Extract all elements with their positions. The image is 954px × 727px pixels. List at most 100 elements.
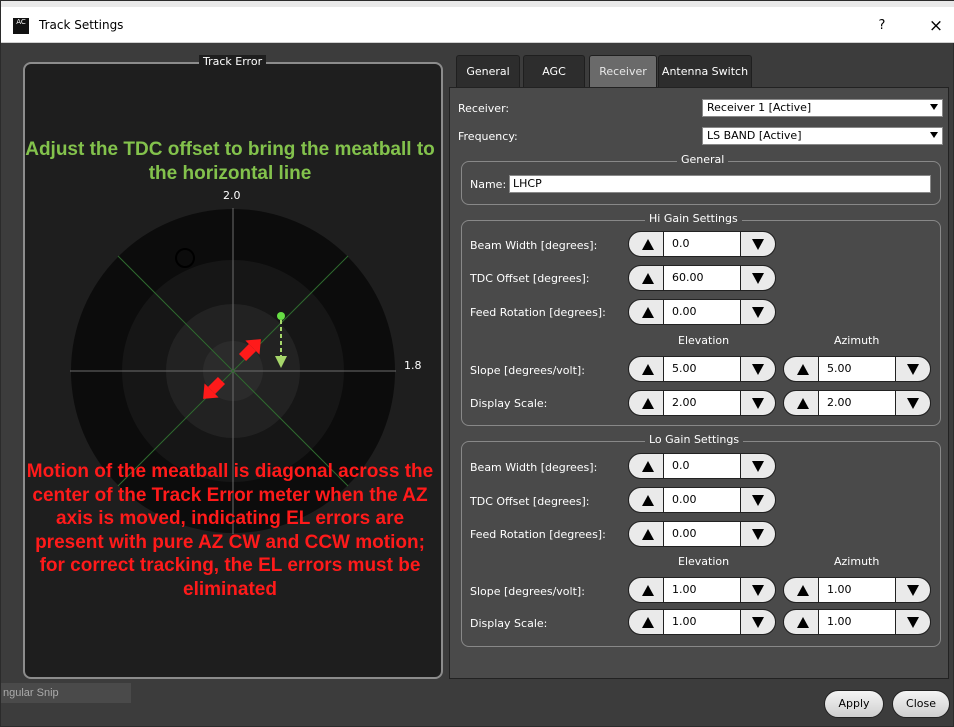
stepper-value[interactable]: 0.00 (672, 493, 697, 506)
tab-general[interactable]: General (456, 55, 520, 87)
decrement-arrow-icon[interactable] (740, 609, 776, 635)
decrement-arrow-icon[interactable] (895, 390, 931, 416)
apply-button[interactable]: Apply (824, 690, 884, 718)
lo-feed-rotation-label: Feed Rotation [degrees]: (470, 528, 606, 541)
increment-arrow-icon[interactable] (783, 577, 819, 603)
lo-slope-label: Slope [degrees/volt]: (470, 585, 585, 598)
decrement-arrow-icon[interactable] (740, 487, 776, 513)
increment-arrow-icon[interactable] (628, 609, 664, 635)
hi-slope-azimuth-stepper[interactable]: 5.00 (783, 356, 931, 382)
decrement-arrow-icon[interactable] (895, 609, 931, 635)
stepper-value[interactable]: 0.00 (672, 305, 697, 318)
name-input[interactable]: LHCP (509, 175, 931, 193)
stepper-value[interactable]: 5.00 (827, 362, 852, 375)
name-label: Name: (470, 178, 507, 191)
decrement-arrow-icon[interactable] (895, 356, 931, 382)
window-title: Track Settings (39, 18, 124, 32)
lo-slope-azimuth-stepper[interactable]: 1.00 (783, 577, 931, 603)
increment-arrow-icon[interactable] (628, 487, 664, 513)
gauge-label-top: 2.0 (223, 189, 241, 202)
lo-tdc-offset-stepper[interactable]: 0.00 (628, 487, 776, 513)
stepper-value[interactable]: 1.00 (827, 615, 852, 628)
lo-gain-title: Lo Gain Settings (645, 433, 744, 446)
hi-scale-azimuth-stepper[interactable]: 2.00 (783, 390, 931, 416)
increment-arrow-icon[interactable] (783, 356, 819, 382)
increment-arrow-icon[interactable] (628, 453, 664, 479)
app-icon: AC (13, 18, 29, 34)
hi-elevation-header: Elevation (678, 334, 730, 347)
decrement-arrow-icon[interactable] (740, 299, 776, 325)
green-annotation: Adjust the TDC offset to bring the meatb… (25, 139, 435, 184)
decrement-arrow-icon[interactable] (740, 265, 776, 291)
snip-label: ngular Snip (1, 683, 131, 703)
decrement-arrow-icon[interactable] (740, 577, 776, 603)
decrement-arrow-icon[interactable] (740, 231, 776, 257)
receiver-select-value: Receiver 1 [Active] (707, 101, 812, 114)
hi-scale-elevation-stepper[interactable]: 2.00 (628, 390, 776, 416)
hi-feed-rotation-stepper[interactable]: 0.00 (628, 299, 776, 325)
decrement-arrow-icon[interactable] (740, 356, 776, 382)
hi-gain-title: Hi Gain Settings (645, 212, 742, 225)
decrement-arrow-icon[interactable] (740, 453, 776, 479)
tab-agc[interactable]: AGC (523, 55, 585, 87)
hi-beam-width-label: Beam Width [degrees]: (470, 239, 598, 252)
stepper-value[interactable]: 1.00 (672, 583, 697, 596)
stepper-value[interactable]: 0.00 (672, 527, 697, 540)
stepper-value[interactable]: 5.00 (672, 362, 697, 375)
stepper-value[interactable]: 2.00 (672, 396, 697, 409)
lo-slope-elevation-stepper[interactable]: 1.00 (628, 577, 776, 603)
meatball (277, 312, 285, 320)
frequency-select-value: LS BAND [Active] (707, 129, 802, 142)
red-annotation: Motion of the meatball is diagonal acros… (26, 461, 434, 600)
close-window-button[interactable]: × (923, 13, 949, 39)
increment-arrow-icon[interactable] (783, 390, 819, 416)
hi-display-scale-label: Display Scale: (470, 397, 548, 410)
stepper-value[interactable]: 1.00 (672, 615, 697, 628)
stepper-value[interactable]: 0.0 (672, 237, 690, 250)
hi-feed-rotation-label: Feed Rotation [degrees]: (470, 306, 606, 319)
general-group-title: General (677, 153, 729, 166)
lo-elevation-header: Elevation (678, 555, 730, 568)
hi-slope-elevation-stepper[interactable]: 5.00 (628, 356, 776, 382)
increment-arrow-icon[interactable] (628, 299, 664, 325)
receiver-label: Receiver: (458, 102, 510, 115)
lo-display-scale-label: Display Scale: (470, 617, 548, 630)
stepper-value[interactable]: 1.00 (827, 583, 852, 596)
increment-arrow-icon[interactable] (628, 390, 664, 416)
lo-beam-width-stepper[interactable]: 0.0 (628, 453, 776, 479)
frequency-select[interactable]: LS BAND [Active] (702, 127, 943, 145)
stepper-value[interactable]: 2.00 (827, 396, 852, 409)
increment-arrow-icon[interactable] (628, 356, 664, 382)
close-button[interactable]: Close (892, 690, 950, 718)
title-bar: AC Track Settings ? × (1, 7, 954, 43)
frequency-label: Frequency: (458, 130, 518, 143)
lo-scale-elevation-stepper[interactable]: 1.00 (628, 609, 776, 635)
increment-arrow-icon[interactable] (628, 231, 664, 257)
decrement-arrow-icon[interactable] (740, 390, 776, 416)
help-button[interactable]: ? (871, 15, 893, 37)
lo-feed-rotation-stepper[interactable]: 0.00 (628, 521, 776, 547)
stepper-value[interactable]: 0.0 (672, 459, 690, 472)
lo-beam-width-label: Beam Width [degrees]: (470, 461, 598, 474)
hi-azimuth-header: Azimuth (834, 334, 880, 347)
track-error-title: Track Error (199, 55, 267, 68)
lo-tdc-offset-label: TDC Offset [degrees]: (470, 495, 590, 508)
increment-arrow-icon[interactable] (783, 609, 819, 635)
gauge-label-right: 1.8 (404, 359, 422, 372)
decrement-arrow-icon[interactable] (895, 577, 931, 603)
chevron-down-icon (930, 132, 938, 138)
increment-arrow-icon[interactable] (628, 521, 664, 547)
lo-azimuth-header: Azimuth (834, 555, 880, 568)
hi-tdc-offset-label: TDC Offset [degrees]: (470, 272, 590, 285)
stepper-value[interactable]: 60.00 (672, 271, 704, 284)
tab-antenna-switch[interactable]: Antenna Switch (658, 55, 752, 87)
increment-arrow-icon[interactable] (628, 265, 664, 291)
hi-slope-label: Slope [degrees/volt]: (470, 364, 585, 377)
hi-beam-width-stepper[interactable]: 0.0 (628, 231, 776, 257)
decrement-arrow-icon[interactable] (740, 521, 776, 547)
hi-tdc-offset-stepper[interactable]: 60.00 (628, 265, 776, 291)
lo-scale-azimuth-stepper[interactable]: 1.00 (783, 609, 931, 635)
receiver-select[interactable]: Receiver 1 [Active] (702, 99, 943, 117)
tab-receiver[interactable]: Receiver (589, 55, 657, 87)
increment-arrow-icon[interactable] (628, 577, 664, 603)
